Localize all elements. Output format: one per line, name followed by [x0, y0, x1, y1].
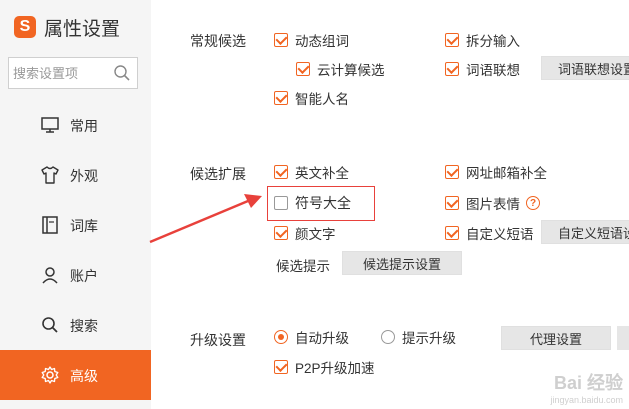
- annotation-arrow-icon: [149, 194, 262, 244]
- custom-phrase-settings-button[interactable]: 自定义短语设置: [541, 220, 629, 244]
- monitor-icon: [41, 117, 59, 133]
- app-title: 属性设置: [44, 18, 121, 40]
- checkbox-dynamic-phrase[interactable]: 动态组词: [274, 30, 349, 50]
- sidebar-item-search[interactable]: 搜索: [0, 300, 151, 350]
- search-input[interactable]: [9, 59, 109, 87]
- proxy-settings-button[interactable]: 代理设置: [501, 326, 611, 350]
- checkbox-split-input[interactable]: 拆分输入: [445, 30, 520, 50]
- radio-icon[interactable]: [381, 330, 395, 344]
- checkbox-smart-names[interactable]: 智能人名: [274, 88, 349, 108]
- section-label-upgrade: 升级设置: [190, 332, 246, 348]
- sidebar: S 属性设置 常用 外观: [0, 0, 151, 409]
- checkbox-icon[interactable]: [445, 226, 459, 240]
- radio-icon[interactable]: [274, 330, 288, 344]
- annotation-highlight-box: [267, 186, 375, 221]
- checkbox-icon[interactable]: [445, 165, 459, 179]
- book-icon: [42, 216, 58, 234]
- word-association-settings-button[interactable]: 词语联想设置: [541, 56, 629, 80]
- partial-button[interactable]: [617, 326, 629, 350]
- checkbox-icon[interactable]: [274, 165, 288, 179]
- user-icon: [42, 267, 58, 284]
- gear-icon: [41, 366, 59, 384]
- checkbox-english-completion[interactable]: 英文补全: [274, 162, 349, 182]
- search-icon[interactable]: [113, 64, 131, 82]
- watermark-main: Bai 经验: [553, 373, 623, 393]
- app-header: S 属性设置: [14, 12, 120, 42]
- sidebar-item-label: 常用: [70, 118, 98, 134]
- candidate-hint-settings-button[interactable]: 候选提示设置: [342, 251, 462, 275]
- help-icon[interactable]: ?: [526, 196, 540, 210]
- sidebar-item-label: 高级: [70, 368, 98, 384]
- shirt-icon: [41, 166, 59, 184]
- checkbox-cloud-candidates[interactable]: 云计算候选: [296, 59, 385, 79]
- sidebar-item-label: 词库: [70, 218, 98, 234]
- section-label-candidate-extension: 候选扩展: [190, 166, 246, 182]
- checkbox-icon[interactable]: [274, 33, 288, 47]
- checkbox-custom-phrases[interactable]: 自定义短语: [445, 223, 534, 243]
- search-icon: [42, 317, 58, 333]
- checkbox-url-email-completion[interactable]: 网址邮箱补全: [445, 162, 547, 182]
- sidebar-item-dictionary[interactable]: 词库: [0, 200, 151, 250]
- sidebar-item-advanced[interactable]: 高级: [0, 350, 151, 400]
- watermark-sub: jingyan.baidu.com: [550, 395, 623, 405]
- checkbox-icon[interactable]: [445, 62, 459, 76]
- sidebar-nav: 常用 外观 词库 账户 搜索 高级: [0, 100, 151, 400]
- section-label-common-candidates: 常规候选: [190, 33, 246, 49]
- sidebar-item-label: 外观: [70, 168, 98, 184]
- checkbox-word-association[interactable]: 词语联想: [445, 59, 520, 79]
- sidebar-item-label: 搜索: [70, 318, 98, 334]
- sidebar-item-appearance[interactable]: 外观: [0, 150, 151, 200]
- checkbox-kaomoji[interactable]: 颜文字: [274, 223, 336, 243]
- radio-prompt-upgrade[interactable]: 提示升级: [381, 327, 456, 347]
- checkbox-image-emoji[interactable]: 图片表情 ?: [445, 193, 540, 213]
- radio-auto-upgrade[interactable]: 自动升级: [274, 327, 349, 347]
- sidebar-item-account[interactable]: 账户: [0, 250, 151, 300]
- checkbox-p2p-upgrade[interactable]: P2P升级加速: [274, 357, 375, 377]
- candidate-hint-label: 候选提示: [276, 259, 330, 274]
- checkbox-icon[interactable]: [445, 33, 459, 47]
- sidebar-item-common[interactable]: 常用: [0, 100, 151, 150]
- checkbox-icon[interactable]: [274, 360, 288, 374]
- checkbox-icon[interactable]: [274, 91, 288, 105]
- sidebar-item-label: 账户: [70, 268, 98, 284]
- watermark: Bai 经验 jingyan.baidu.com: [550, 369, 623, 405]
- sogou-logo-icon: S: [14, 16, 36, 38]
- checkbox-icon[interactable]: [445, 196, 459, 210]
- checkbox-icon[interactable]: [296, 62, 310, 76]
- checkbox-icon[interactable]: [274, 226, 288, 240]
- search-box[interactable]: [8, 57, 138, 89]
